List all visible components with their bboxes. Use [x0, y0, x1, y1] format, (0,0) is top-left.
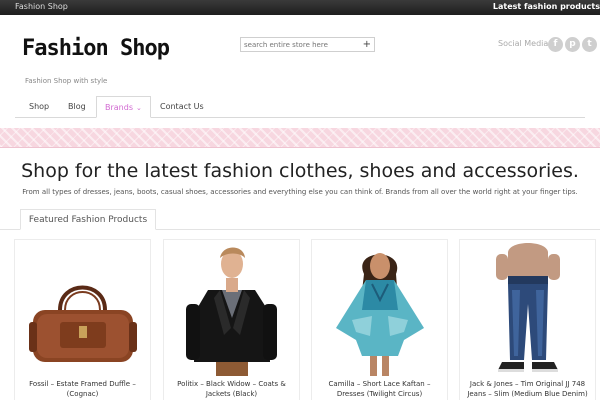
nav-item-label: Shop: [29, 102, 50, 111]
product-title[interactable]: Politix – Black Widow – Coats & Jackets …: [166, 379, 297, 399]
nav-item-label: Blog: [68, 102, 86, 111]
nav-item-label: Contact Us: [160, 102, 204, 111]
social-media-label: Social Media:: [498, 39, 551, 48]
search-box: +: [240, 37, 375, 52]
product-card[interactable]: Camilla – Short Lace Kaftan – Dresses (T…: [311, 239, 448, 400]
nav-item-shop[interactable]: Shop: [21, 96, 57, 118]
product-image-jeans[interactable]: [460, 240, 595, 376]
product-title[interactable]: Jack & Jones – Tim Original JJ 748 Jeans…: [462, 379, 593, 399]
page-headline: Shop for the latest fashion clothes, sho…: [21, 160, 579, 182]
product-card[interactable]: Jack & Jones – Tim Original JJ 748 Jeans…: [459, 239, 596, 400]
nav-item-label: Brands: [105, 103, 133, 112]
decorative-banner: [0, 128, 600, 148]
site-logo[interactable]: Fashion Shop: [22, 36, 170, 61]
plus-icon[interactable]: +: [363, 38, 371, 51]
main-nav: Shop Blog Brands ⌄ Contact Us: [15, 96, 585, 118]
chevron-down-icon: ⌄: [136, 104, 142, 112]
product-card[interactable]: Politix – Black Widow – Coats & Jackets …: [163, 239, 300, 400]
topbar-brand: Fashion Shop: [15, 2, 68, 11]
featured-tabbar: Featured Fashion Products: [0, 209, 600, 230]
pinterest-icon[interactable]: p: [565, 37, 580, 52]
top-bar: Fashion Shop Latest fashion products: [0, 0, 600, 15]
product-image-leather-jacket[interactable]: [164, 240, 299, 376]
product-title[interactable]: Fossil – Estate Framed Duffle – (Cognac): [17, 379, 148, 399]
twitter-icon[interactable]: t: [582, 37, 597, 52]
search-input[interactable]: [244, 39, 356, 50]
nav-item-blog[interactable]: Blog: [60, 96, 94, 118]
facebook-icon[interactable]: f: [548, 37, 563, 52]
topbar-promo[interactable]: Latest fashion products: [493, 2, 600, 11]
tab-featured-products[interactable]: Featured Fashion Products: [20, 209, 156, 230]
product-image-duffle-bag[interactable]: [15, 240, 150, 376]
page-subline: From all types of dresses, jeans, boots,…: [22, 188, 578, 196]
product-title[interactable]: Camilla – Short Lace Kaftan – Dresses (T…: [314, 379, 445, 399]
site-tagline: Fashion Shop with style: [25, 77, 108, 85]
product-card[interactable]: Fossil – Estate Framed Duffle – (Cognac): [14, 239, 151, 400]
nav-item-contact-us[interactable]: Contact Us: [152, 96, 212, 118]
nav-item-brands[interactable]: Brands ⌄: [96, 96, 151, 118]
product-image-lace-kaftan[interactable]: [312, 240, 447, 376]
